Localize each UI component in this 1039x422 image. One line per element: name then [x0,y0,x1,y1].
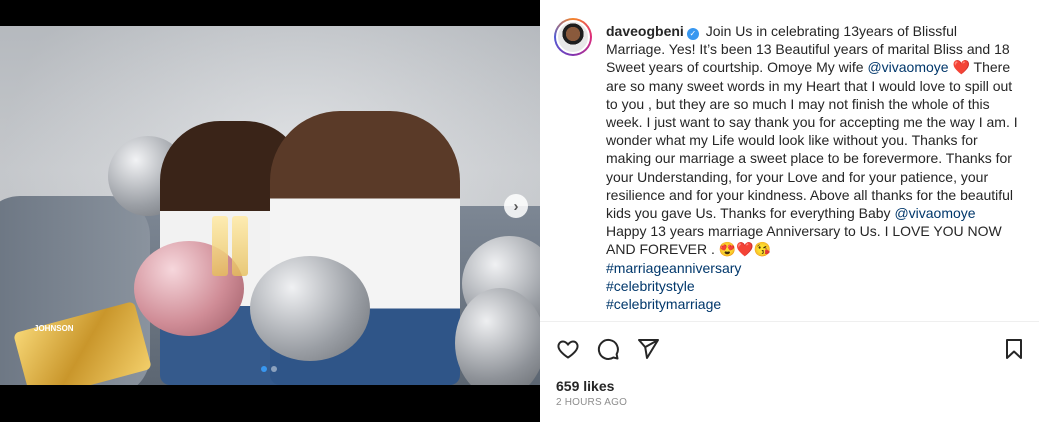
post-photo[interactable]: JOHNSON [0,26,540,385]
action-bar [556,337,1026,361]
champagne-glass [232,216,248,276]
caption-text: Happy 13 years marriage Anniversary to U… [606,223,1002,258]
mention-link[interactable]: @vivaomoye [894,205,975,221]
silver-balloon [455,288,540,385]
hashtag-link[interactable]: #celebritystyle [606,277,1020,295]
share-button[interactable] [636,337,660,361]
carousel-next-button[interactable]: › [504,194,528,218]
post-media: JOHNSON › [0,0,540,422]
divider [540,321,1039,322]
comment-button[interactable] [596,337,620,361]
post-caption: daveogbeni ✓ Join Us in celebrating 13yea… [606,22,1020,313]
like-button[interactable] [556,337,580,361]
heart-emoji: ❤️ [952,59,970,76]
heart-icon [557,340,579,359]
username-link[interactable]: daveogbeni [606,23,684,39]
caption-text: There are so many sweet words in my Hear… [606,59,1018,222]
chevron-right-icon: › [513,197,519,215]
comment-icon [597,338,619,360]
like-count[interactable]: 659 likes [556,378,614,394]
carousel-indicator [261,366,277,372]
silver-balloon [250,256,370,361]
carousel-dot [271,366,277,372]
photo-watermark: JOHNSON [34,324,74,333]
carousel-dot [261,366,267,372]
save-button[interactable] [1002,337,1026,361]
post-details: daveogbeni ✓ Join Us in celebrating 13yea… [540,0,1039,422]
story-ring[interactable] [554,18,592,56]
hashtag-list: #marriageanniversary #celebritystyle #ce… [606,259,1020,314]
caption-scroll-area[interactable]: daveogbeni ✓ Join Us in celebrating 13yea… [540,0,1039,320]
mention-link[interactable]: @vivaomoye [867,59,948,75]
champagne-glass [212,216,228,276]
emoji-group: 😍❤️😘 [718,241,772,258]
avatar[interactable] [556,20,590,54]
bookmark-icon [1006,339,1022,359]
post-timestamp[interactable]: 2 HOURS AGO [556,397,627,408]
hashtag-link[interactable]: #celebritymarriage [606,295,1020,313]
hashtag-link[interactable]: #marriageanniversary [606,259,1020,277]
paper-plane-icon [638,339,659,359]
verified-badge-icon: ✓ [686,28,699,40]
